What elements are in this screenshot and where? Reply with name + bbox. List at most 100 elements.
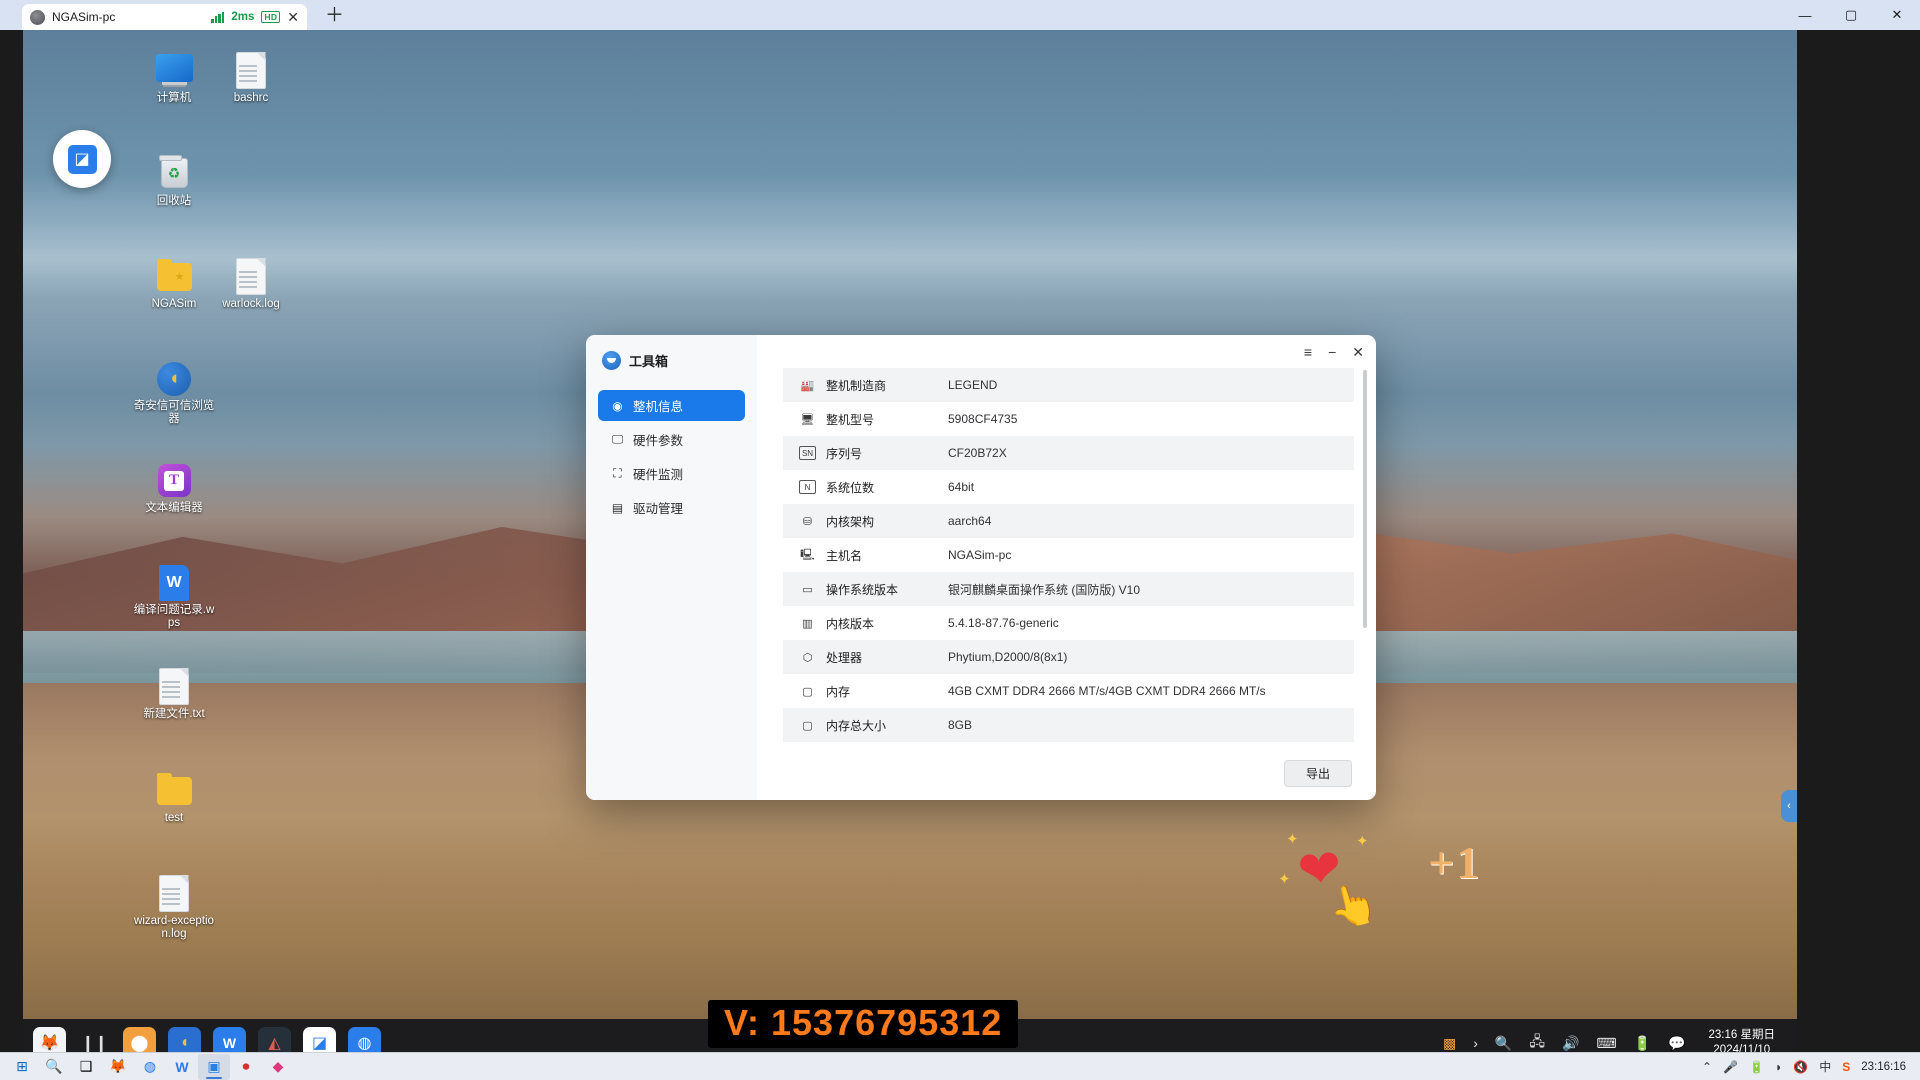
session-tab-label: NGASim-pc xyxy=(52,10,116,24)
export-button[interactable]: 导出 xyxy=(1284,760,1352,787)
floating-launcher-button[interactable]: ◪ xyxy=(53,130,111,188)
desktop-icon-wps-doc[interactable]: W 编译问题记录.wps xyxy=(131,564,217,630)
trash-icon: ♻ xyxy=(156,155,193,192)
search-icon[interactable]: 🔍 xyxy=(1495,1035,1512,1052)
desktop-icon-label: 奇安信可信浏览器 xyxy=(133,400,215,425)
close-window-button[interactable]: ✕ xyxy=(1874,0,1920,30)
show-hidden-icons[interactable]: ⌃ xyxy=(1702,1060,1712,1074)
desktop-icon-warlock-log[interactable]: warlock.log xyxy=(208,258,294,311)
battery-icon[interactable]: 🔋 xyxy=(1749,1060,1764,1074)
panel-collapse-handle[interactable]: ‹ xyxy=(1781,790,1797,822)
minimize-window-button[interactable]: — xyxy=(1782,0,1828,30)
row-value: 8GB xyxy=(948,718,973,732)
task-view-button[interactable]: ❑ xyxy=(70,1054,102,1080)
microphone-icon[interactable]: 🎤 xyxy=(1723,1060,1738,1074)
gauge-icon: ◉ xyxy=(612,398,623,413)
host-system-tray: ⌃ 🎤 🔋 ◗ 🔇 中 S 23:16:16 xyxy=(1702,1058,1914,1075)
keyboard-icon[interactable]: ⌨ xyxy=(1596,1035,1616,1052)
search-button[interactable]: 🔍 xyxy=(38,1054,70,1080)
sidebar-item-label: 硬件监测 xyxy=(633,468,684,482)
desktop-icon-ngasim[interactable]: ★ NGASim xyxy=(131,258,217,311)
desktop-icon-new-text-file[interactable]: 新建文件.txt xyxy=(131,668,217,721)
cpu-arch-icon: ⛁ xyxy=(802,515,813,528)
document-icon xyxy=(156,668,193,705)
table-row: N 系统位数 64bit xyxy=(783,470,1354,504)
sogou-icon[interactable]: S xyxy=(1842,1060,1850,1074)
security-icon[interactable]: ▩ xyxy=(1443,1035,1456,1052)
row-key: 整机制造商 xyxy=(826,378,887,393)
scrollbar-thumb[interactable] xyxy=(1363,370,1367,628)
row-value: NGASim-pc xyxy=(948,548,1012,562)
desktop-icon-label: 计算机 xyxy=(156,92,192,104)
hamburger-menu-icon[interactable]: ≡ xyxy=(1304,345,1312,359)
document-icon xyxy=(156,875,193,912)
ime-icon[interactable]: 中 xyxy=(1819,1058,1831,1075)
document-icon xyxy=(233,52,270,89)
client-tab-bar: NGASim-pc 2ms HD ✕ ＋ — ▢ ✕ xyxy=(0,0,1920,30)
wifi-icon[interactable]: ◗ xyxy=(1775,1060,1782,1074)
dialog-titlebar: ≡ − ✕ xyxy=(757,335,1376,368)
battery-icon[interactable]: 🔋 xyxy=(1634,1035,1651,1052)
host-clock[interactable]: 23:16:16 xyxy=(1861,1061,1906,1073)
desktop-icon-computer[interactable]: 计算机 xyxy=(131,52,217,105)
row-value: 5908CF4735 xyxy=(948,412,1018,426)
dialog-footer: 导出 xyxy=(757,747,1376,800)
new-tab-button[interactable]: ＋ xyxy=(325,0,344,30)
volume-muted-icon[interactable]: 🔇 xyxy=(1793,1060,1808,1074)
factory-icon: 🏭 xyxy=(800,379,815,392)
latency-label: 2ms xyxy=(231,11,255,23)
row-key: 内核版本 xyxy=(826,616,875,631)
quality-badge: HD xyxy=(261,11,281,23)
row-key: 处理器 xyxy=(826,650,863,665)
desktop-icon-wizard-exception-log[interactable]: wizard-exception.log xyxy=(131,875,217,941)
desktop-icon-text-editor[interactable]: T 文本编辑器 xyxy=(131,462,217,515)
start-button[interactable]: ⊞ xyxy=(6,1054,38,1080)
desktop-icon-test-folder[interactable]: test xyxy=(131,772,217,825)
desktop-icon-label: 回收站 xyxy=(156,195,192,207)
avatar xyxy=(30,9,45,25)
app-button[interactable]: ◆ xyxy=(262,1054,294,1080)
remote-desktop-button[interactable]: ▣ xyxy=(198,1053,230,1080)
row-value: 64bit xyxy=(948,480,975,494)
sidebar-item-system-info[interactable]: ◉ 整机信息 xyxy=(598,390,745,421)
close-icon[interactable]: ✕ xyxy=(1352,345,1364,359)
session-tab[interactable]: NGASim-pc 2ms HD ✕ xyxy=(22,4,307,30)
wps-icon: W xyxy=(156,564,193,601)
row-key: 内存 xyxy=(826,684,851,699)
wps-button[interactable]: W xyxy=(166,1054,198,1080)
watermark: V: 15376795312 xyxy=(708,1000,1019,1048)
folder-icon: ★ xyxy=(156,258,193,295)
row-key: 主机名 xyxy=(826,548,863,563)
desktop-icon-recycle-bin[interactable]: ♻ 回收站 xyxy=(131,155,217,208)
recorder-button[interactable]: ⏺ xyxy=(230,1054,262,1080)
firefox-button[interactable]: 🦊 xyxy=(102,1054,134,1080)
desktop-icon-label: bashrc xyxy=(233,92,269,104)
browser-icon: ◖ xyxy=(156,360,193,397)
row-key: 内存总大小 xyxy=(826,718,887,733)
row-value: 银河麒麟桌面操作系统 (国防版) V10 xyxy=(948,582,1141,597)
signal-strength-icon xyxy=(211,11,225,23)
desktop-icon-bashrc[interactable]: bashrc xyxy=(208,52,294,105)
sidebar-item-hardware-monitor[interactable]: ⛶ 硬件监测 xyxy=(598,458,745,489)
dialog-main: ≡ − ✕ 🏭 整机制造商 LEGEND 🖥 整机型号 5908CF4735 S… xyxy=(757,335,1376,800)
chrome-button[interactable]: ◍ xyxy=(134,1054,166,1080)
kernel-icon: ▥ xyxy=(802,617,813,630)
expand-icon[interactable]: › xyxy=(1473,1035,1478,1051)
table-row: SN 序列号 CF20B72X xyxy=(783,436,1354,470)
watermark-text: V: 15376795312 xyxy=(724,1002,1003,1043)
minimize-icon[interactable]: − xyxy=(1328,345,1336,359)
row-value: CF20B72X xyxy=(948,446,1007,460)
maximize-window-button[interactable]: ▢ xyxy=(1828,0,1874,30)
sidebar-item-driver-management[interactable]: ▤ 驱动管理 xyxy=(598,492,745,523)
table-row: 🖳 主机名 NGASim-pc xyxy=(783,538,1354,572)
notification-icon[interactable]: 💬 xyxy=(1668,1035,1685,1052)
volume-icon[interactable]: 🔊 xyxy=(1562,1035,1579,1052)
close-tab-icon[interactable]: ✕ xyxy=(287,10,299,24)
table-row: ▢ 内存 4GB CXMT DDR4 2666 MT/s/4GB CXMT DD… xyxy=(783,674,1354,708)
table-row: ▭ 操作系统版本 银河麒麟桌面操作系统 (国防版) V10 xyxy=(783,572,1354,606)
desktop-icon-qax-browser[interactable]: ◖ 奇安信可信浏览器 xyxy=(131,360,217,426)
row-value: 4GB CXMT DDR4 2666 MT/s/4GB CXMT DDR4 26… xyxy=(948,684,1266,698)
sidebar-item-hardware-params[interactable]: 🖵 硬件参数 xyxy=(598,424,745,455)
system-info-table: 🏭 整机制造商 LEGEND 🖥 整机型号 5908CF4735 SN 序列号 … xyxy=(757,368,1376,747)
monitor-icon xyxy=(155,52,193,89)
